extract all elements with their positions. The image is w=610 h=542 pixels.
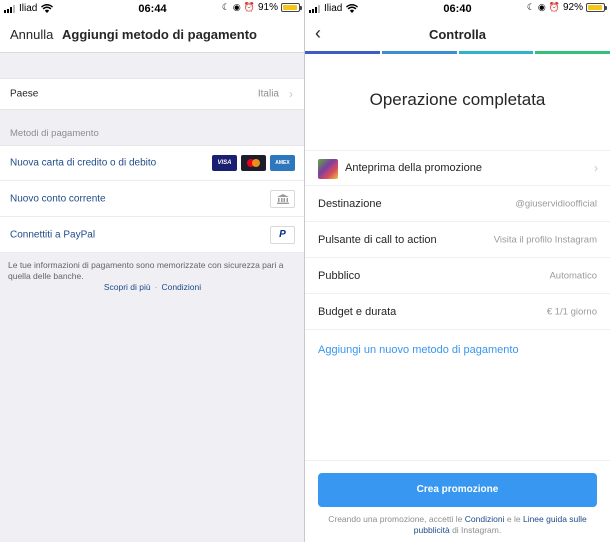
- chevron-right-icon: ›: [594, 161, 598, 175]
- amex-icon: AMEX: [270, 155, 295, 171]
- chevron-right-icon: ›: [289, 87, 293, 101]
- destination-value: @giuservidioofficial: [515, 198, 597, 209]
- progress-segment: [458, 51, 534, 54]
- terms-prefix: Creando una promozione, accetti le: [328, 514, 463, 524]
- nav-bar: ‹ Controlla: [305, 17, 610, 51]
- cta-label: Pulsante di call to action: [318, 233, 437, 246]
- terms-suffix: di Instagram.: [452, 525, 502, 535]
- audience-row: Pubblico Automatico: [305, 258, 610, 294]
- battery-percent: 91%: [257, 2, 278, 13]
- new-card-label: Nuova carta di credito o di debito: [10, 157, 157, 169]
- divider: [305, 460, 610, 461]
- promotion-preview-label: Anteprima della promozione: [345, 162, 482, 174]
- budget-value: € 1/1 giorno: [546, 306, 597, 317]
- cancel-button[interactable]: Annulla: [10, 27, 53, 42]
- country-value: Italia: [257, 88, 279, 100]
- moon-icon: ☾: [221, 2, 230, 12]
- post-thumbnail: [318, 159, 338, 179]
- page-title: Aggiungi metodo di pagamento: [62, 27, 257, 42]
- terms-text: Creando una promozione, accetti le Condi…: [325, 514, 590, 536]
- security-note: Le tue informazioni di pagamento sono me…: [8, 260, 284, 281]
- footer-links: Scopri di più · Condizioni: [0, 282, 305, 292]
- battery-percent: 92%: [562, 2, 583, 13]
- bank-icon: [270, 189, 295, 208]
- new-card-row[interactable]: Nuova carta di credito o di debito VISA …: [0, 145, 305, 181]
- create-promotion-button[interactable]: Crea promozione: [318, 473, 597, 507]
- new-bank-account-row[interactable]: Nuovo conto corrente: [0, 181, 305, 217]
- country-row[interactable]: Paese Italia ›: [0, 78, 305, 110]
- page-title: Controlla: [428, 27, 487, 42]
- lock-rotation-icon: ◉: [232, 2, 241, 12]
- cta-button-row: Pulsante di call to action Visita il pro…: [305, 222, 610, 258]
- screen-divider: [304, 0, 305, 542]
- new-bank-account-label: Nuovo conto corrente: [10, 193, 106, 204]
- completion-headline: Operazione completata: [369, 90, 546, 109]
- lock-rotation-icon: ◉: [537, 2, 546, 12]
- battery-icon: [586, 3, 607, 12]
- add-payment-method-link[interactable]: Aggiungi un nuovo metodo di pagamento: [318, 344, 519, 356]
- progress-segment: [535, 51, 610, 54]
- add-payment-screen: Iliad 06:44 ☾ ◉ ⏰ 91% Annulla Aggiungi m…: [0, 0, 305, 542]
- promotion-preview-row[interactable]: Anteprima della promozione ›: [305, 150, 610, 186]
- alarm-icon: ⏰: [243, 2, 255, 12]
- cta-value: Visita il profilo Instagram: [493, 234, 597, 245]
- payment-methods-header: Metodi di pagamento: [10, 128, 99, 139]
- audience-value: Automatico: [549, 270, 597, 281]
- battery-icon: [281, 3, 302, 12]
- progress-segment: [305, 51, 380, 54]
- visa-icon: VISA: [212, 155, 237, 171]
- country-label: Paese: [10, 88, 39, 100]
- nav-bar: Annulla Aggiungi metodo di pagamento: [0, 17, 305, 53]
- alarm-icon: ⏰: [548, 2, 560, 12]
- conditions-link[interactable]: Condizioni: [465, 514, 505, 524]
- paypal-icon: P: [270, 225, 295, 244]
- paypal-row[interactable]: Connettiti a PayPal P: [0, 217, 305, 253]
- budget-label: Budget e durata: [318, 305, 397, 318]
- learn-more-link[interactable]: Scopri di più: [104, 282, 151, 292]
- review-screen: Iliad 06:40 ☾ ◉ ⏰ 92% ‹ Controlla Operaz…: [305, 0, 610, 542]
- mastercard-icon: [241, 155, 266, 171]
- destination-row: Destinazione @giuservidioofficial: [305, 186, 610, 222]
- destination-label: Destinazione: [318, 197, 382, 210]
- budget-row: Budget e durata € 1/1 giorno: [305, 294, 610, 330]
- paypal-label: Connettiti a PayPal: [10, 229, 96, 240]
- step-progress-bar: [305, 51, 610, 54]
- moon-icon: ☾: [526, 2, 535, 12]
- progress-segment: [381, 51, 457, 54]
- status-bar: Iliad 06:44 ☾ ◉ ⏰ 91%: [0, 0, 305, 17]
- conditions-link[interactable]: Condizioni: [161, 282, 201, 292]
- separator: ·: [154, 282, 158, 292]
- audience-label: Pubblico: [318, 269, 361, 282]
- status-bar: Iliad 06:40 ☾ ◉ ⏰ 92%: [305, 0, 610, 17]
- terms-and: e le: [506, 514, 521, 524]
